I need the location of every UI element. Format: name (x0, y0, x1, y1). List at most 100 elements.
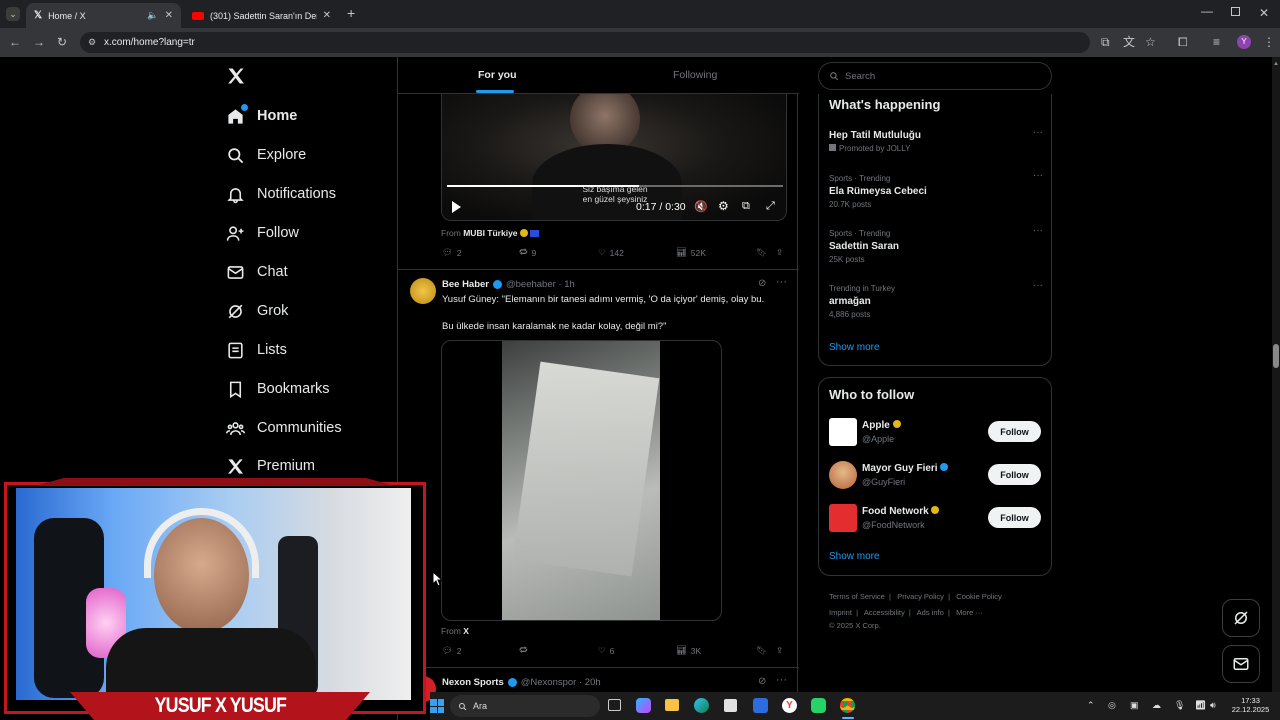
yandex-icon[interactable]: Y (782, 698, 797, 713)
site-info-icon[interactable]: ⚙ (88, 37, 96, 48)
forward-arrow-icon[interactable]: → (33, 36, 45, 48)
more-options-icon[interactable]: ··· (1033, 280, 1043, 291)
follow-suggestion[interactable]: Apple @Apple Follow (829, 418, 1043, 446)
tab-close-icon[interactable]: ✕ (165, 10, 173, 21)
grok-floating-button[interactable] (1222, 599, 1260, 637)
extensions-icon[interactable]: ⧠ (1178, 36, 1188, 48)
messages-floating-button[interactable] (1222, 645, 1260, 683)
tab-following[interactable]: Following (673, 69, 717, 81)
source-name[interactable]: X (463, 626, 469, 636)
app-icon[interactable] (753, 698, 768, 713)
author-handle[interactable]: @beehaber · 1h (506, 279, 575, 290)
browser-tab-youtube[interactable]: (301) Sadettin Saran'ın Ders Ni... ✕ (184, 3, 339, 28)
footer-link[interactable]: Privacy Policy (897, 592, 944, 601)
views-button[interactable]: 📊︎ 52K (676, 247, 706, 258)
more-options-icon[interactable]: ··· (1033, 225, 1043, 236)
media-control-icon[interactable]: ≡ (1213, 36, 1220, 48)
trend-item[interactable]: Sports · Trending Ela Rümeysa Cebeci 20.… (829, 170, 1043, 209)
new-tab-plus-icon[interactable]: + (347, 6, 355, 20)
bookmark-button[interactable]: 🔖︎ (756, 645, 767, 656)
follow-suggestion[interactable]: Mayor Guy Fieri @GuyFieri Follow (829, 461, 1043, 489)
tab-audio-icon[interactable]: 🔈 (147, 10, 158, 21)
address-bar[interactable]: ⚙ x.com/home?lang=tr (80, 32, 1090, 53)
bookmark-button[interactable]: 🔖︎ (756, 247, 767, 258)
follow-button[interactable]: Follow (988, 464, 1041, 485)
footer-link[interactable]: More ··· (956, 608, 983, 617)
views-button[interactable]: 📊︎ 3K (676, 645, 701, 656)
follow-button[interactable]: Follow (988, 507, 1041, 528)
clock[interactable]: 17:33 22.12.2025 (1228, 696, 1273, 714)
tab-search-icon[interactable]: ⌄ (6, 7, 20, 21)
tab-close-icon[interactable]: ✕ (323, 10, 331, 21)
whatsapp-icon[interactable] (811, 698, 826, 713)
video-player[interactable]: Siz başıma gelen en güzel şeysiniz 0:17 … (441, 94, 787, 221)
footer-link[interactable]: Terms of Service (829, 592, 885, 601)
windows-start-icon[interactable] (430, 699, 444, 713)
footer-link[interactable]: Accessibility (864, 608, 905, 617)
x-logo-icon[interactable] (226, 66, 246, 86)
file-explorer-icon[interactable] (665, 699, 679, 711)
footer-link[interactable]: Ads info (917, 608, 944, 617)
install-app-icon[interactable]: ⧉ (1101, 36, 1110, 48)
follow-suggestion[interactable]: Food Network @FoodNetwork Follow (829, 504, 1043, 532)
store-icon[interactable] (724, 699, 737, 712)
tray-icon[interactable]: ◎ (1108, 700, 1116, 711)
footer-link[interactable]: Cookie Policy (956, 592, 1001, 601)
edge-icon[interactable] (694, 698, 709, 713)
wifi-icon[interactable]: 📶︎ (1195, 700, 1206, 711)
author-name[interactable]: Bee Haber (442, 279, 489, 290)
share-button[interactable]: ⇪ (776, 645, 783, 656)
profile-avatar[interactable]: Y (1237, 35, 1251, 49)
like-button[interactable]: ♡ 6 (598, 645, 614, 656)
nav-item-notifications[interactable]: Notifications (226, 179, 336, 209)
back-arrow-icon[interactable]: ← (9, 36, 21, 48)
nav-item-explore[interactable]: Explore (226, 140, 306, 170)
reply-button[interactable]: 💬︎ 2 (442, 247, 462, 258)
repost-button[interactable]: 🔁︎ (519, 645, 532, 657)
nav-item-communities[interactable]: Communities (226, 413, 342, 443)
author-handle[interactable]: @Nexonspor · 20h (521, 677, 601, 688)
taskbar-search[interactable]: Ara (450, 695, 600, 717)
show-more-link[interactable]: Show more (829, 342, 880, 353)
nav-item-follow[interactable]: Follow (226, 218, 299, 248)
nav-item-premium[interactable]: Premium (226, 451, 315, 481)
like-button[interactable]: ♡ 142 (598, 247, 624, 258)
trend-item[interactable]: Sports · Trending Sadettin Saran 25K pos… (829, 225, 1043, 264)
tray-icon[interactable]: ▣ (1130, 700, 1139, 711)
post-video[interactable] (441, 340, 722, 621)
tray-chevron-icon[interactable]: ⌃ (1087, 700, 1095, 711)
reply-button[interactable]: 💬︎ 2 (442, 645, 462, 656)
nav-item-grok[interactable]: Grok (226, 296, 288, 326)
reload-icon[interactable]: ↻ (57, 36, 67, 48)
copilot-icon[interactable] (636, 698, 651, 713)
trend-item[interactable]: Trending in Turkey armağan 4,886 posts ·… (829, 280, 1043, 319)
more-options-icon[interactable]: ··· (1033, 170, 1043, 181)
nav-item-home[interactable]: Home (226, 101, 297, 131)
page-scrollbar[interactable]: ▲ (1272, 57, 1280, 720)
task-view-icon[interactable] (608, 699, 621, 711)
source-name[interactable]: MUBI Türkiye (463, 228, 517, 238)
scrollbar-up-arrow-icon[interactable]: ▲ (1273, 61, 1279, 67)
mute-icon[interactable]: 🔇 (694, 200, 708, 213)
more-options-icon[interactable]: ··· (1033, 127, 1043, 138)
window-minimize-icon[interactable]: — (1201, 5, 1213, 17)
fullscreen-icon[interactable]: ⤢ (766, 200, 775, 213)
browser-menu-icon[interactable]: ⋮ (1263, 36, 1275, 48)
trend-item[interactable]: Hep Tatil Mutluluğu Promoted by JOLLY ··… (829, 127, 1043, 153)
scrollbar-thumb[interactable] (1273, 344, 1279, 368)
browser-tab-x-home[interactable]: 𝕏 Home / X 🔈 ✕ (26, 3, 181, 28)
pip-icon[interactable]: ⧉ (742, 200, 750, 213)
more-options-icon[interactable]: ··· (776, 674, 787, 686)
search-input[interactable]: Search (818, 62, 1052, 90)
chrome-icon[interactable] (840, 698, 855, 713)
window-maximize-icon[interactable] (1231, 7, 1240, 16)
play-icon[interactable] (452, 201, 461, 213)
author-name[interactable]: Nexon Sports (442, 677, 504, 688)
tab-for-you[interactable]: For you (478, 69, 517, 81)
volume-icon[interactable]: 🔊︎ (1210, 700, 1216, 711)
nav-item-chat[interactable]: Chat (226, 257, 288, 287)
bookmark-star-icon[interactable]: ☆ (1145, 36, 1156, 48)
nav-item-lists[interactable]: Lists (226, 335, 287, 365)
grok-analyze-icon[interactable]: ⊘ (758, 278, 766, 289)
translate-icon[interactable]: 文 (1123, 36, 1135, 48)
